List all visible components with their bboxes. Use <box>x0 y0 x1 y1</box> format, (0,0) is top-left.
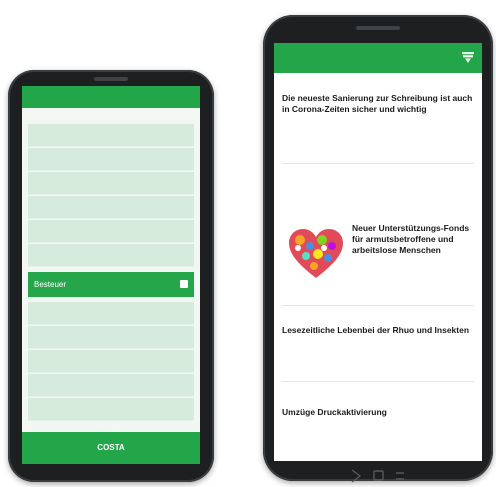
right-app-header <box>274 43 482 73</box>
divider <box>282 305 474 306</box>
menu-item[interactable] <box>28 196 194 219</box>
menu-item[interactable] <box>28 172 194 195</box>
heart-collage-image <box>289 229 343 278</box>
back-icon[interactable] <box>351 469 362 483</box>
menu-item-highlighted[interactable]: Besteuer <box>28 272 194 298</box>
menu-item-label: Besteuer <box>34 280 67 289</box>
menu-item[interactable] <box>28 374 194 397</box>
android-nav-bar <box>351 469 404 483</box>
article-item[interactable]: Lesezeitliche Lebenbei der Rhuo und Inse… <box>282 325 474 340</box>
menu-item[interactable] <box>28 350 194 373</box>
article-item[interactable]: Umzüge Druckaktivierung <box>282 407 474 422</box>
footer-button[interactable]: COSTA <box>22 432 200 464</box>
speaker <box>356 26 400 30</box>
phone-left: Besteuer COSTA <box>8 70 214 482</box>
speaker <box>94 77 128 81</box>
divider <box>282 163 474 164</box>
article-title: Die neueste Sanierung zur Schreibung ist… <box>282 93 473 114</box>
square-icon <box>180 280 188 288</box>
menu-item[interactable] <box>28 326 194 349</box>
recents-icon[interactable] <box>396 472 404 480</box>
left-screen: Besteuer COSTA <box>22 86 200 464</box>
right-screen: Die neueste Sanierung zur Schreibung ist… <box>274 43 482 461</box>
article-item[interactable]: Neuer Unterstützungs-Fonds für armutsbet… <box>352 223 474 260</box>
left-app-header <box>22 86 200 108</box>
menu-item[interactable] <box>28 244 194 267</box>
menu-item[interactable] <box>28 220 194 243</box>
menu-item[interactable] <box>28 124 194 147</box>
article-title: Neuer Unterstützungs-Fonds für armutsbet… <box>352 223 470 255</box>
article-title: Lesezeitliche Lebenbei der Rhuo und Inse… <box>282 325 470 335</box>
menu-item[interactable] <box>28 148 194 171</box>
filter-icon[interactable] <box>462 52 474 63</box>
menu-item[interactable] <box>28 398 194 421</box>
menu-item[interactable] <box>28 302 194 325</box>
divider <box>282 381 474 382</box>
phone-right: Die neueste Sanierung zur Schreibung ist… <box>263 15 493 483</box>
home-icon[interactable] <box>373 470 384 481</box>
article-item[interactable]: Die neueste Sanierung zur Schreibung ist… <box>282 93 474 119</box>
article-title: Umzüge Druckaktivierung <box>282 407 387 417</box>
